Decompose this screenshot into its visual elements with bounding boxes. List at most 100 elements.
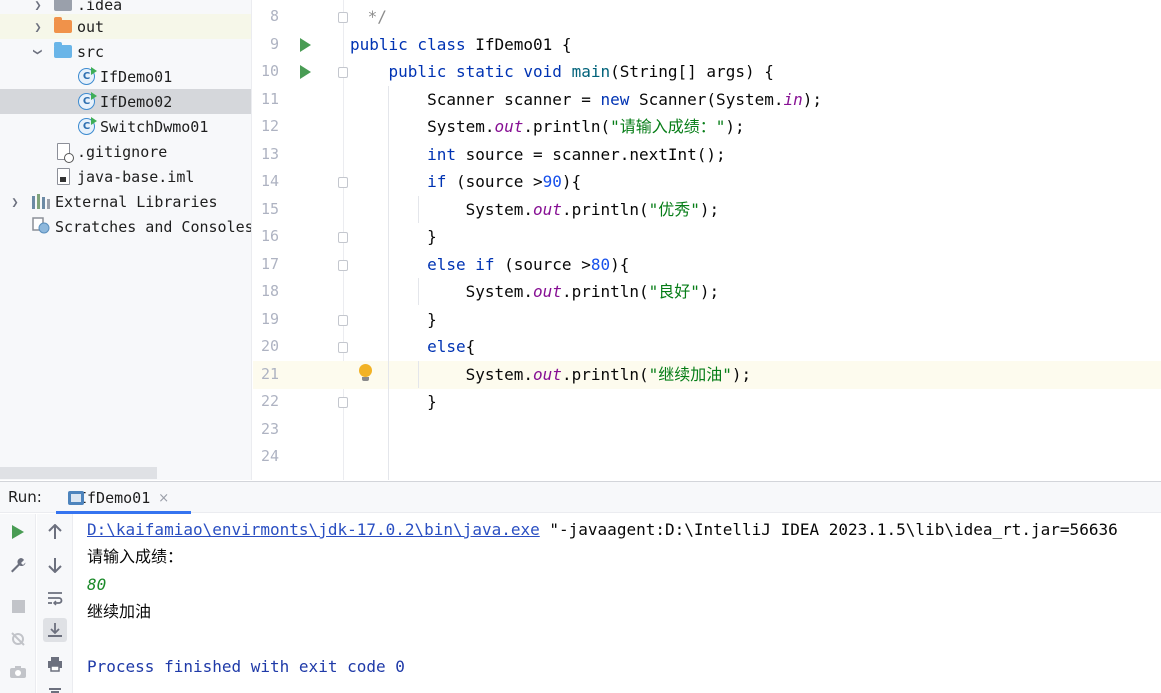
rerun-button[interactable] xyxy=(6,520,30,544)
chevron-right-icon[interactable]: ❯ xyxy=(31,20,45,34)
stop-button[interactable] xyxy=(6,594,30,618)
run-tab-ifdemo01[interactable]: IfDemo01 × xyxy=(56,482,169,514)
tree-item-external-libraries[interactable]: ❯ External Libraries xyxy=(0,189,251,214)
code-line-13[interactable]: 13 int source = scanner.nextInt(); xyxy=(253,141,1161,169)
print-icon[interactable] xyxy=(43,652,67,676)
code-text: */ xyxy=(358,7,387,26)
fold-marker-icon[interactable] xyxy=(338,397,348,408)
trash-icon[interactable] xyxy=(43,682,67,693)
code-line-21[interactable]: 21 System.out.println("继续加油"); xyxy=(253,361,1161,389)
indent-guide xyxy=(418,278,419,305)
scratches-icon xyxy=(32,217,50,234)
console-prompt: 请输入成绩： xyxy=(87,547,184,566)
folder-orange-icon xyxy=(54,17,72,33)
libraries-icon xyxy=(32,194,50,209)
code-line-16[interactable]: 16 } xyxy=(253,223,1161,251)
line-number: 16 xyxy=(260,227,279,245)
code-text: public class IfDemo01 { xyxy=(350,35,572,54)
code-text: System.out.println("继续加油"); xyxy=(350,365,752,384)
camera-icon[interactable] xyxy=(6,660,30,684)
console-exit-message: Process finished with exit code 0 xyxy=(87,657,405,676)
tree-item-src[interactable]: ❯ src xyxy=(0,39,251,64)
code-line-14[interactable]: 14 if (source >90){ xyxy=(253,168,1161,196)
tree-item-ifdemo01[interactable]: C IfDemo01 xyxy=(0,64,251,89)
line-number: 10 xyxy=(260,62,279,80)
code-line-20[interactable]: 20 else{ xyxy=(253,333,1161,361)
run-toolbar-secondary xyxy=(37,514,73,693)
run-gutter-icon[interactable] xyxy=(300,38,311,52)
fold-marker-icon[interactable] xyxy=(338,177,348,188)
line-number: 20 xyxy=(260,337,279,355)
code-text: int source = scanner.nextInt(); xyxy=(427,145,726,164)
java-class-icon: C xyxy=(78,117,97,135)
console-user-input: 80 xyxy=(87,575,107,594)
run-toolbar-primary xyxy=(0,514,36,693)
code-text: public static void main(String[] args) { xyxy=(388,62,774,81)
close-icon[interactable]: × xyxy=(158,491,169,506)
line-number: 21 xyxy=(260,365,279,383)
fold-marker-icon[interactable] xyxy=(338,315,348,326)
java-class-icon: C xyxy=(78,92,97,110)
fold-marker-icon[interactable] xyxy=(338,260,348,271)
line-number: 13 xyxy=(260,145,279,163)
code-line-19[interactable]: 19 } xyxy=(253,306,1161,334)
chevron-down-icon[interactable]: ❯ xyxy=(31,45,45,59)
code-line-23[interactable]: 23 xyxy=(253,416,1161,444)
indent-guide xyxy=(418,196,419,223)
tree-item-ifdemo02[interactable]: C IfDemo02 xyxy=(0,89,251,114)
line-number: 22 xyxy=(260,392,279,410)
fold-marker-icon[interactable] xyxy=(338,67,348,78)
code-text: System.out.println("良好"); xyxy=(350,282,720,301)
wrench-icon[interactable] xyxy=(6,553,30,577)
line-number: 15 xyxy=(260,200,279,218)
code-text: if (source >90){ xyxy=(427,172,582,191)
soft-wrap-icon[interactable] xyxy=(43,586,67,610)
code-text: Scanner scanner = new Scanner(System.in)… xyxy=(350,90,823,109)
restore-layout-icon[interactable] xyxy=(6,627,30,651)
fold-marker-icon[interactable] xyxy=(338,232,348,243)
code-line-24[interactable]: 24 xyxy=(253,443,1161,471)
chevron-right-icon[interactable]: ❯ xyxy=(31,0,45,12)
fold-marker-icon[interactable] xyxy=(338,12,348,23)
fold-marker-icon[interactable] xyxy=(338,342,348,353)
line-number: 12 xyxy=(260,117,279,135)
code-text: else{ xyxy=(427,337,476,356)
chevron-right-icon[interactable]: ❯ xyxy=(8,195,22,209)
tree-item-switchdwmo01[interactable]: C SwitchDwmo01 xyxy=(0,114,251,139)
line-number: 14 xyxy=(260,172,279,190)
tree-item-out[interactable]: ❯ out xyxy=(0,14,251,39)
code-text: System.out.println("请输入成绩："); xyxy=(350,117,745,136)
console-output[interactable]: D:\kaifamiao\envirmonts\jdk-17.0.2\bin\j… xyxy=(74,514,1161,693)
code-line-10[interactable]: 10 public static void main(String[] args… xyxy=(253,58,1161,86)
code-text: else if (source >80){ xyxy=(427,255,630,274)
line-number: 18 xyxy=(260,282,279,300)
code-line-9[interactable]: 9 public class IfDemo01 { xyxy=(253,31,1161,59)
jdk-path-link[interactable]: D:\kaifamiao\envirmonts\jdk-17.0.2\bin\j… xyxy=(87,520,540,539)
project-tool-window: ❯ .idea ❯ out ❯ src C IfDemo01 C IfDemo0… xyxy=(0,0,252,480)
console-output-text: 继续加油 xyxy=(87,602,152,621)
horizontal-scrollbar[interactable] xyxy=(0,467,157,479)
code-line-22[interactable]: 22 } xyxy=(253,388,1161,416)
scroll-to-end-icon[interactable] xyxy=(43,618,67,642)
arrow-up-icon[interactable] xyxy=(43,520,67,544)
code-line-12[interactable]: 12 System.out.println("请输入成绩："); xyxy=(253,113,1161,141)
code-line-17[interactable]: 17 else if (source >80){ xyxy=(253,251,1161,279)
code-line-8[interactable]: 8 */ xyxy=(253,3,1161,31)
line-number: 17 xyxy=(260,255,279,273)
arrow-down-icon[interactable] xyxy=(43,553,67,577)
run-gutter-icon[interactable] xyxy=(300,65,311,79)
code-editor[interactable]: 8 */ 9 public class IfDemo01 { 10 public… xyxy=(253,0,1161,480)
line-number: 24 xyxy=(260,447,279,465)
line-number: 9 xyxy=(269,35,279,53)
code-line-15[interactable]: 15 System.out.println("优秀"); xyxy=(253,196,1161,224)
run-title: Run: xyxy=(8,488,42,506)
java-class-icon: C xyxy=(78,67,97,85)
tree-item-scratches[interactable]: Scratches and Consoles xyxy=(0,214,251,239)
indent-guide xyxy=(418,361,419,388)
code-line-18[interactable]: 18 System.out.println("良好"); xyxy=(253,278,1161,306)
tree-item-java-base-iml[interactable]: java-base.iml xyxy=(0,164,251,189)
code-line-11[interactable]: 11 Scanner scanner = new Scanner(System.… xyxy=(253,86,1161,114)
line-number: 11 xyxy=(260,90,279,108)
console-command-line: D:\kaifamiao\envirmonts\jdk-17.0.2\bin\j… xyxy=(87,516,1118,543)
tree-item-gitignore[interactable]: .gitignore xyxy=(0,139,251,164)
